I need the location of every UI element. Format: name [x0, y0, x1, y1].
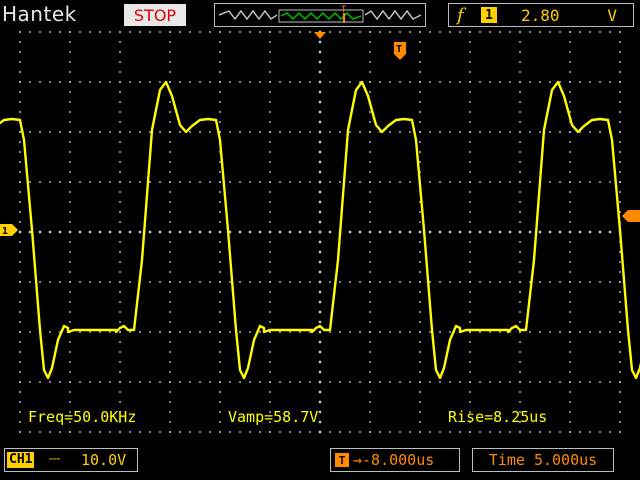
trigger-position-icon[interactable]: T — [394, 42, 406, 60]
run-stop-indicator[interactable]: STOP — [124, 4, 186, 26]
channel1-ground-marker[interactable]: 1 — [0, 224, 18, 237]
channel-label: CH1 — [7, 452, 35, 468]
memory-overview-graphic: T — [218, 5, 422, 23]
waveform-canvas: T 1 Freq=50.0KHz Vamp=58.7V Rise=8.25us — [0, 30, 640, 434]
rising-edge-icon: f — [457, 5, 464, 26]
graticule — [18, 30, 622, 434]
channel1-trace — [0, 80, 640, 380]
trigger-status[interactable]: f 1 2.80 V — [448, 3, 634, 27]
vertical-scale: 10.0V — [81, 451, 127, 469]
trigger-level-marker[interactable] — [622, 210, 640, 222]
trigger-source: 1 — [481, 7, 497, 23]
trigger-level-unit: V — [607, 6, 617, 25]
svg-text:T: T — [396, 44, 402, 55]
trigger-position-icon: T — [335, 453, 349, 467]
horizontal-position-value: →-8.000us — [353, 451, 435, 469]
status-bar: Hantek STOP T f 1 2.80 V — [0, 0, 640, 30]
measurement-amplitude: Vamp=58.7V — [228, 408, 318, 426]
measurement-rise-time: Rise=8.25us — [448, 408, 547, 426]
measurement-frequency: Freq=50.0KHz — [28, 408, 136, 426]
channel1-settings[interactable]: CH1 ⎓ 10.0V — [4, 448, 138, 472]
brand-logo: Hantek — [2, 2, 77, 26]
memory-overview: T — [214, 3, 426, 27]
waveform-display: T 1 Freq=50.0KHz Vamp=58.7V Rise=8.25us — [0, 30, 640, 440]
trigger-time-marker[interactable] — [314, 32, 326, 39]
channel-marker-label: 1 — [2, 226, 8, 237]
control-bar: CH1 ⎓ 10.0V T →-8.000us Time 5.000us — [0, 440, 640, 480]
dc-coupling-icon: ⎓ — [49, 451, 61, 467]
horizontal-position[interactable]: T →-8.000us — [330, 448, 460, 472]
timebase-setting[interactable]: Time 5.000us — [472, 448, 614, 472]
trigger-level: 2.80 — [521, 6, 560, 25]
